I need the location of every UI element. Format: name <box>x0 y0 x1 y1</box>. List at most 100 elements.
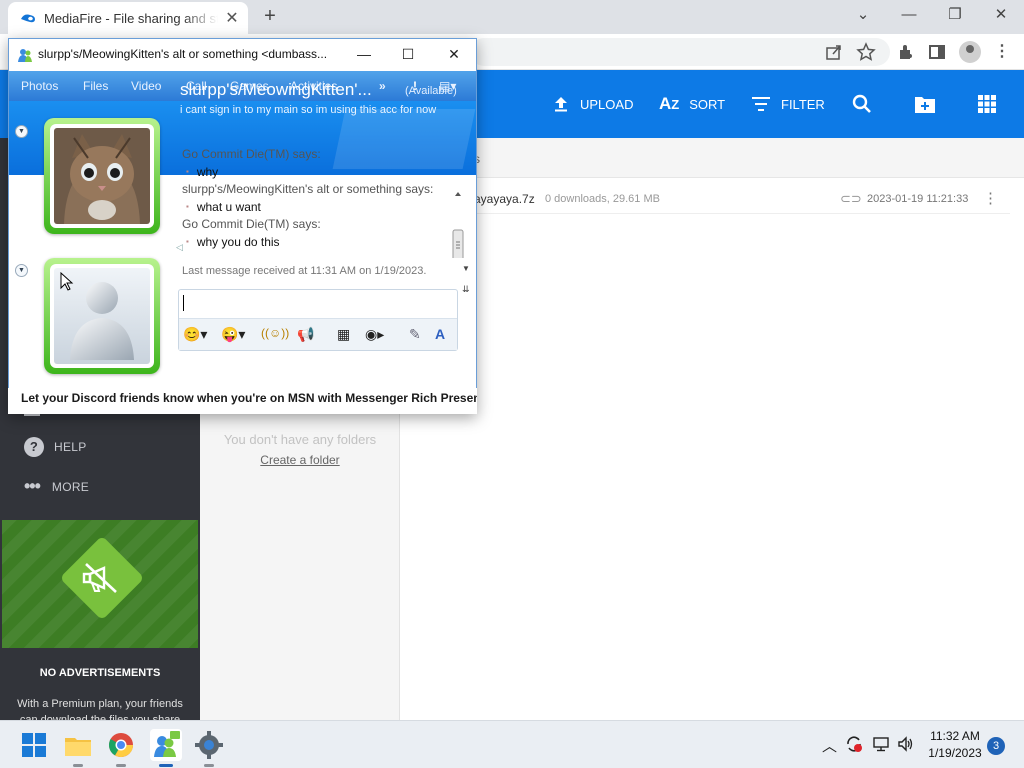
contact-status: (Available) <box>405 85 457 97</box>
menu-photos[interactable]: Photos <box>21 79 58 93</box>
settings-taskbar-button[interactable] <box>193 729 225 767</box>
chrome-icon <box>108 733 133 758</box>
file-name[interactable]: ayayaya.7z <box>474 192 535 206</box>
share-icon[interactable] <box>824 42 844 62</box>
taskbar-clock-date[interactable]: 1/19/2023 <box>926 746 984 760</box>
active-indicator <box>159 764 173 767</box>
file-date: 2023-01-19 11:21:33 <box>867 193 969 205</box>
voice-clip-icon[interactable]: ((☺)) <box>261 326 289 340</box>
profile-avatar[interactable] <box>959 41 981 63</box>
notification-count-badge[interactable]: 3 <box>987 737 1005 755</box>
sort-label: SORT <box>689 96 726 112</box>
scroll-down-icon[interactable]: ▼ <box>462 264 470 273</box>
grid-view-icon[interactable] <box>978 95 996 113</box>
contact-avatar[interactable] <box>44 118 160 234</box>
new-folder-icon[interactable] <box>914 94 936 114</box>
messenger-taskbar-button[interactable] <box>150 729 182 767</box>
handwriting-icon[interactable]: ✎ <box>409 326 421 343</box>
upload-label: UPLOAD <box>580 96 634 112</box>
chat-sender: Go Commit Die(TM) says: <box>182 147 321 161</box>
chat-message: what u want <box>182 198 452 216</box>
contact-name: slurpp's/MeowingKitten'... <box>180 80 372 99</box>
messenger-maximize-button[interactable]: ☐ <box>390 43 426 67</box>
bookmark-star-icon[interactable] <box>856 42 876 62</box>
messenger-titlebar: slurpp's/MeowingKitten's alt or somethin… <box>9 39 476 71</box>
messenger-ad-text[interactable]: Let your Discord friends know when you'r… <box>8 388 477 414</box>
wink-animation-icon[interactable]: ◉▸ <box>365 326 384 343</box>
kitten-photo <box>54 128 150 224</box>
collapse-self-icon[interactable]: ▼ <box>15 264 28 277</box>
running-indicator <box>204 764 214 767</box>
contact-personal-message: i cant sign in to my main so im using th… <box>180 104 437 116</box>
help-icon: ? <box>24 437 44 457</box>
messenger-close-button[interactable]: ✕ <box>436 43 472 67</box>
filter-button[interactable]: FILTER <box>751 94 825 114</box>
chat-sender: slurpp's/MeowingKitten's alt or somethin… <box>182 182 434 196</box>
sync-error-icon[interactable] <box>845 735 863 753</box>
text-caret <box>183 295 184 311</box>
tab-close-icon[interactable]: ✕ <box>224 8 240 28</box>
volume-icon[interactable] <box>897 735 915 753</box>
wink-icon[interactable]: 😜▾ <box>221 326 245 343</box>
side-panel-icon[interactable] <box>927 42 947 62</box>
nudge-button-icon[interactable]: 📢 <box>297 326 314 343</box>
menu-video[interactable]: Video <box>131 79 161 93</box>
running-indicator <box>73 764 83 767</box>
start-button-icon[interactable] <box>18 729 50 761</box>
empty-folders-text: You don't have any folders <box>223 432 377 447</box>
file-list-area <box>400 178 1024 720</box>
sidebar-item-more[interactable]: ••• MORE <box>24 476 89 497</box>
mouse-cursor-icon <box>60 272 74 291</box>
file-meta: 0 downloads, 29.61 MB <box>545 193 660 205</box>
new-tab-button[interactable]: + <box>258 5 282 29</box>
messenger-window-title: slurpp's/MeowingKitten's alt or somethin… <box>38 47 328 61</box>
filter-label: FILTER <box>781 96 825 112</box>
browser-close-button[interactable]: ✕ <box>978 0 1024 32</box>
chat-history: Go Commit Die(TM) says: why slurpp's/Meo… <box>182 146 452 258</box>
promo-banner[interactable] <box>2 520 198 648</box>
browser-tab-mediafire[interactable]: MediaFire - File sharing and storage ✕ <box>8 2 248 34</box>
last-message-status: Last message received at 11:31 AM on 1/1… <box>182 265 427 277</box>
chrome-menu-icon[interactable]: ⋮ <box>992 42 1012 62</box>
file-menu-icon[interactable]: ⋮ <box>983 189 998 207</box>
search-icon[interactable] <box>852 94 872 114</box>
menu-overflow-icon[interactable]: » <box>379 79 386 93</box>
sidebar-item-help[interactable]: ? HELP <box>24 437 87 457</box>
compose-toolbar: 😊▾ 😜▾ ((☺)) 📢 ▦ ◉▸ ✎ A <box>179 318 457 350</box>
link-icon[interactable]: ⊂⊃ <box>840 191 862 207</box>
browser-minimize-button[interactable]: — <box>886 0 932 32</box>
settings-gear-icon <box>195 731 223 759</box>
taskbar-clock-time[interactable]: 11:32 AM <box>928 729 982 743</box>
no-ads-megaphone-icon <box>82 563 117 593</box>
tab-search-icon[interactable]: ⌄ <box>840 0 886 32</box>
scroll-end-icon[interactable]: ⇊ <box>462 284 470 295</box>
create-folder-link[interactable]: Create a folder <box>200 453 400 467</box>
upload-icon <box>555 97 567 112</box>
network-icon[interactable] <box>872 735 890 753</box>
sidebar-item-label: MORE <box>51 479 90 494</box>
collapse-contact-icon[interactable]: ▼ <box>15 125 28 138</box>
sort-az-icon: AZ <box>659 94 680 113</box>
messenger-app-icon <box>18 49 32 62</box>
windows-taskbar: ︿ 11:32 AM 1/19/2023 3 <box>0 720 1024 768</box>
browser-restore-button[interactable]: ❐ <box>932 0 978 32</box>
messenger-minimize-button[interactable]: — <box>346 43 382 67</box>
menu-files[interactable]: Files <box>83 79 108 93</box>
promo-title: NO ADVERTISEMENTS <box>39 667 161 679</box>
upload-button[interactable]: UPLOAD <box>552 94 633 114</box>
sidebar-item-label: HELP <box>54 440 87 454</box>
extensions-icon[interactable] <box>896 42 916 62</box>
browser-tab-title: MediaFire - File sharing and storage <box>44 10 218 26</box>
font-icon[interactable]: A <box>435 326 445 342</box>
file-row[interactable]: ayayaya.7z 0 downloads, 29.61 MB ⊂⊃ 2023… <box>400 186 1010 214</box>
message-compose-box[interactable]: 😊▾ 😜▾ ((☺)) 📢 ▦ ◉▸ ✎ A <box>178 289 458 351</box>
chat-scrollbar[interactable] <box>451 146 465 258</box>
promo-text: With a Premium plan, your friends can do… <box>17 698 183 720</box>
chrome-taskbar-button[interactable] <box>105 729 137 767</box>
show-hidden-icons-chevron-icon[interactable]: ︿ <box>822 735 837 756</box>
more-dots-icon: ••• <box>24 476 41 496</box>
emoticon-icon[interactable]: 😊▾ <box>183 326 207 343</box>
sort-button[interactable]: AZ SORT <box>659 94 725 114</box>
file-explorer-taskbar-button[interactable] <box>62 729 94 767</box>
background-icon[interactable]: ▦ <box>337 326 350 343</box>
